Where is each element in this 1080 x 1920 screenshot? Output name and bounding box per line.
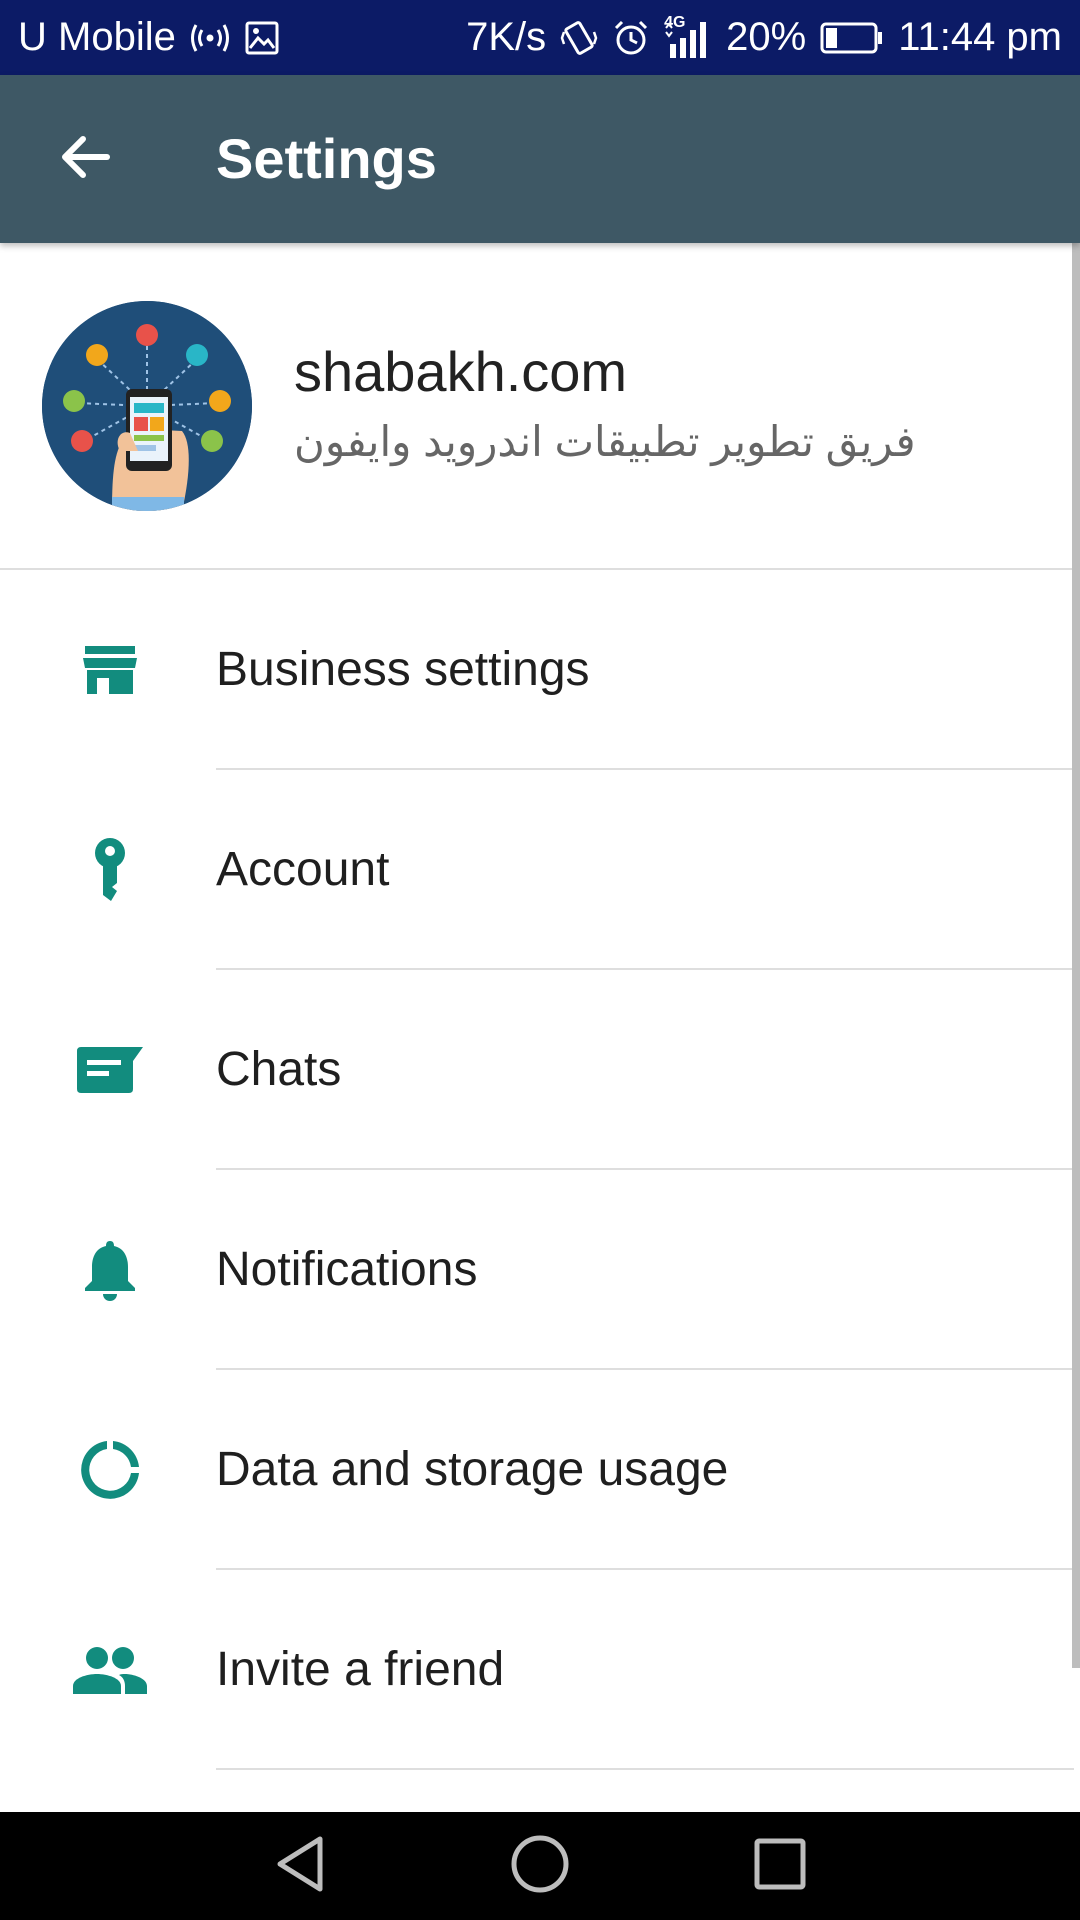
divider (216, 1768, 1074, 1770)
image-icon (244, 20, 280, 56)
settings-item-label: Notifications (216, 1243, 478, 1296)
settings-item-notifications[interactable]: Notifications (0, 1170, 1074, 1370)
profile-name: shabakh.com (294, 340, 628, 403)
carrier-name: U Mobile (18, 15, 176, 59)
alarm-icon (612, 19, 650, 57)
data-usage-icon (70, 1430, 150, 1510)
settings-item-data-storage[interactable]: Data and storage usage (0, 1370, 1074, 1570)
back-triangle-icon (272, 1835, 328, 1898)
settings-list: Business settings Account Chats Notifica… (0, 570, 1074, 1770)
avatar[interactable] (42, 301, 252, 511)
network-type-label: 4G (664, 13, 686, 31)
settings-item-account[interactable]: Account (0, 770, 1074, 970)
hotspot-icon (190, 21, 230, 55)
settings-item-label: Account (216, 843, 390, 896)
navigation-bar (0, 1812, 1080, 1920)
nav-back-button[interactable] (260, 1836, 340, 1896)
arrow-back-icon (59, 133, 111, 186)
scrollbar[interactable] (1072, 243, 1080, 1668)
settings-item-label: Chats (216, 1043, 342, 1096)
chat-icon (70, 1030, 150, 1110)
vibrate-icon (560, 18, 598, 58)
settings-item-label: Data and storage usage (216, 1443, 729, 1496)
settings-item-invite[interactable]: Invite a friend (0, 1570, 1074, 1770)
network-speed: 7K/s (466, 15, 547, 59)
nav-home-button[interactable] (500, 1834, 580, 1899)
people-icon (70, 1630, 150, 1710)
settings-item-business[interactable]: Business settings (0, 570, 1074, 770)
battery-percent: 20% (726, 15, 807, 59)
page-title: Settings (216, 127, 437, 190)
home-circle-icon (510, 1834, 570, 1899)
settings-screen: U Mobile 7K/s 4G 20% 11:44 pm Settings s… (0, 0, 1080, 1920)
status-bar: U Mobile 7K/s 4G 20% 11:44 pm (0, 0, 1080, 75)
key-icon (70, 830, 150, 910)
nav-recents-button[interactable] (740, 1836, 820, 1896)
bell-icon (70, 1230, 150, 1310)
back-button[interactable] (40, 119, 130, 199)
clock: 11:44 pm (898, 15, 1062, 59)
store-icon (70, 630, 150, 710)
profile-status: فريق تطوير تطبيقات اندرويد وايفون (294, 418, 916, 465)
settings-item-chats[interactable]: Chats (0, 970, 1074, 1170)
settings-item-label: Business settings (216, 643, 590, 696)
profile-header[interactable]: shabakh.com فريق تطوير تطبيقات اندرويد و… (0, 243, 1074, 570)
signal-icon: 4G (664, 13, 712, 60)
app-bar: Settings (0, 75, 1080, 243)
battery-icon (820, 21, 884, 55)
recents-square-icon (754, 1838, 806, 1895)
settings-item-label: Invite a friend (216, 1643, 505, 1696)
